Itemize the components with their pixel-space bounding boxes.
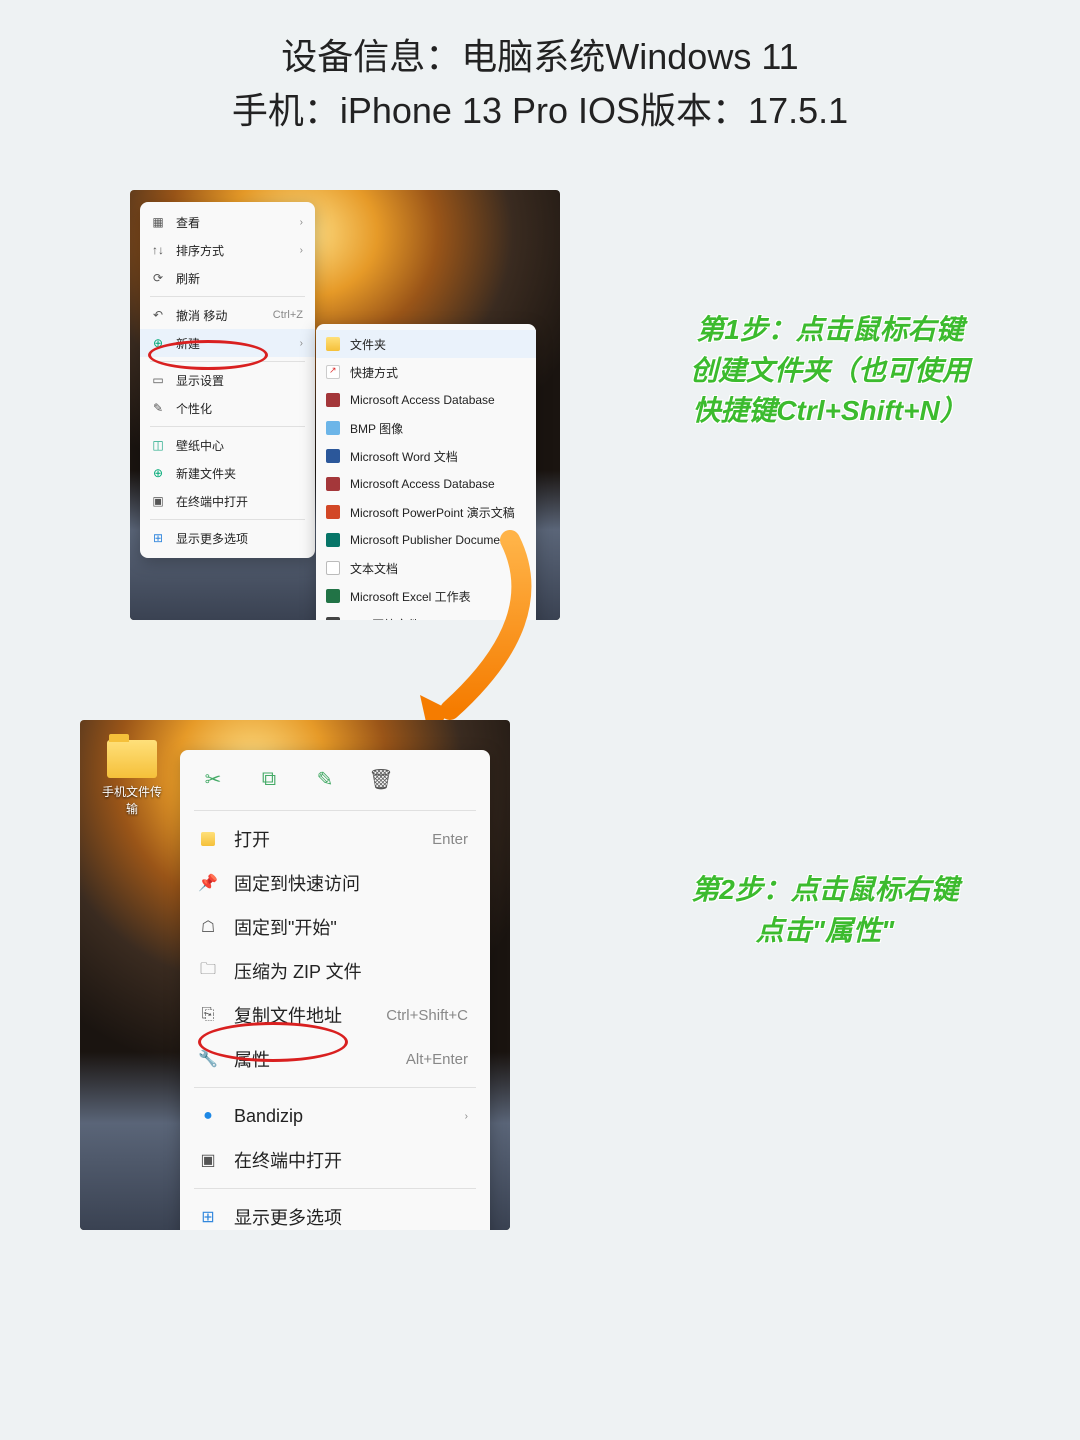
terminal-icon: ▣ bbox=[150, 493, 166, 509]
menu-separator bbox=[150, 519, 305, 520]
menu-pin-quick[interactable]: 📌固定到快速访问 bbox=[180, 861, 490, 905]
properties-icon: 🔧 bbox=[198, 1049, 218, 1069]
desktop-context-menu: ▦查看› ↑↓排序方式› ⟳刷新 ↶撤消 移动Ctrl+Z ⊕新建› ▭显示设置… bbox=[140, 202, 315, 558]
submenu-access[interactable]: Microsoft Access Database bbox=[316, 386, 536, 414]
submenu-shortcut[interactable]: 快捷方式 bbox=[316, 358, 536, 386]
ppt-icon bbox=[326, 505, 340, 519]
more-icon: ⊞ bbox=[150, 530, 166, 546]
menu-separator bbox=[150, 296, 305, 297]
desktop-folder[interactable]: 手机文件传输 bbox=[98, 740, 166, 817]
sort-icon: ↑↓ bbox=[150, 242, 166, 258]
refresh-icon: ⟳ bbox=[150, 270, 166, 286]
menu-pin-start[interactable]: ☖固定到"开始" bbox=[180, 905, 490, 949]
menu-separator bbox=[194, 810, 476, 811]
personalize-icon: ✎ bbox=[150, 400, 166, 416]
menu-more-options[interactable]: ⊞显示更多选项 bbox=[140, 524, 315, 552]
excel-icon bbox=[326, 589, 340, 603]
view-icon: ▦ bbox=[150, 214, 166, 230]
menu-open-terminal[interactable]: ▣在终端中打开 bbox=[140, 487, 315, 515]
menu-refresh[interactable]: ⟳刷新 bbox=[140, 264, 315, 292]
txt-icon bbox=[326, 561, 340, 575]
menu-open-terminal[interactable]: ▣在终端中打开 bbox=[180, 1138, 490, 1182]
folder-open-icon bbox=[198, 829, 218, 849]
header-text: 设备信息：电脑系统Windows 11 手机：iPhone 13 Pro IOS… bbox=[0, 0, 1080, 138]
submenu-access2[interactable]: Microsoft Access Database bbox=[316, 470, 536, 498]
menu-personalize[interactable]: ✎个性化 bbox=[140, 394, 315, 422]
copy-icon[interactable]: ⧉ bbox=[256, 766, 282, 792]
display-icon: ▭ bbox=[150, 372, 166, 388]
terminal-icon: ▣ bbox=[198, 1150, 218, 1170]
menu-properties[interactable]: 🔧属性Alt+Enter bbox=[180, 1037, 490, 1081]
flow-arrow bbox=[380, 530, 560, 750]
step1-note: 第1步：点击鼠标右键 创建文件夹（也可使用 快捷键Ctrl+Shift+N） bbox=[620, 310, 1040, 432]
folder-icon bbox=[107, 740, 157, 778]
menu-new[interactable]: ⊕新建› bbox=[140, 329, 315, 357]
copy-path-icon: ⎘ bbox=[198, 1005, 218, 1025]
submenu-bmp[interactable]: BMP 图像 bbox=[316, 414, 536, 442]
menu-separator bbox=[194, 1087, 476, 1088]
menu-display-settings[interactable]: ▭显示设置 bbox=[140, 366, 315, 394]
menu-open[interactable]: 打开Enter bbox=[180, 817, 490, 861]
header-line2: 手机：iPhone 13 Pro IOS版本：17.5.1 bbox=[0, 84, 1080, 138]
new-folder-icon: ⊕ bbox=[150, 465, 166, 481]
submenu-ppt[interactable]: Microsoft PowerPoint 演示文稿 bbox=[316, 498, 536, 526]
screenshot-2: 手机文件传输 ✂ ⧉ ✎ 🗑 打开Enter 📌固定到快速访问 ☖固定到"开始"… bbox=[80, 720, 510, 1230]
menu-zip[interactable]: 🗀压缩为 ZIP 文件 bbox=[180, 949, 490, 993]
zip-icon: 🗀 bbox=[198, 961, 218, 981]
more-icon: ⊞ bbox=[198, 1207, 218, 1227]
submenu-folder[interactable]: 文件夹 bbox=[316, 330, 536, 358]
new-icon: ⊕ bbox=[150, 335, 166, 351]
menu-undo-move[interactable]: ↶撤消 移动Ctrl+Z bbox=[140, 301, 315, 329]
access-icon bbox=[326, 477, 340, 491]
rename-icon[interactable]: ✎ bbox=[312, 766, 338, 792]
folder-label: 手机文件传输 bbox=[98, 783, 166, 817]
menu-separator bbox=[150, 361, 305, 362]
pin-start-icon: ☖ bbox=[198, 917, 218, 937]
folder-icon bbox=[326, 337, 340, 351]
menu-wallpaper-center[interactable]: ◫壁纸中心 bbox=[140, 431, 315, 459]
wallpaper-icon: ◫ bbox=[150, 437, 166, 453]
step2-note: 第2步：点击鼠标右键 点击"属性" bbox=[630, 870, 1020, 951]
access-icon bbox=[326, 393, 340, 407]
menu-view[interactable]: ▦查看› bbox=[140, 208, 315, 236]
chevron-right-icon: › bbox=[300, 245, 303, 256]
pub-icon bbox=[326, 533, 340, 547]
menu-copy-path[interactable]: ⎘复制文件地址Ctrl+Shift+C bbox=[180, 993, 490, 1037]
bandizip-icon: ● bbox=[198, 1106, 218, 1126]
delete-icon[interactable]: 🗑 bbox=[368, 766, 394, 792]
chevron-right-icon: › bbox=[300, 338, 303, 349]
menu-separator bbox=[194, 1188, 476, 1189]
chevron-right-icon: › bbox=[300, 217, 303, 228]
menu-sort[interactable]: ↑↓排序方式› bbox=[140, 236, 315, 264]
zip-icon bbox=[326, 617, 340, 620]
cut-icon[interactable]: ✂ bbox=[200, 766, 226, 792]
word-icon bbox=[326, 449, 340, 463]
undo-icon: ↶ bbox=[150, 307, 166, 323]
menu-bandizip[interactable]: ●Bandizip› bbox=[180, 1094, 490, 1138]
menu-new-folder[interactable]: ⊕新建文件夹 bbox=[140, 459, 315, 487]
chevron-right-icon: › bbox=[465, 1111, 468, 1122]
bmp-icon bbox=[326, 421, 340, 435]
folder-context-menu: ✂ ⧉ ✎ 🗑 打开Enter 📌固定到快速访问 ☖固定到"开始" 🗀压缩为 Z… bbox=[180, 750, 490, 1230]
menu-separator bbox=[150, 426, 305, 427]
pin-icon: 📌 bbox=[198, 873, 218, 893]
quick-actions-row: ✂ ⧉ ✎ 🗑 bbox=[180, 756, 490, 804]
menu-more-options[interactable]: ⊞显示更多选项 bbox=[180, 1195, 490, 1230]
header-line1: 设备信息：电脑系统Windows 11 bbox=[0, 30, 1080, 84]
shortcut-icon bbox=[326, 365, 340, 379]
submenu-word[interactable]: Microsoft Word 文档 bbox=[316, 442, 536, 470]
